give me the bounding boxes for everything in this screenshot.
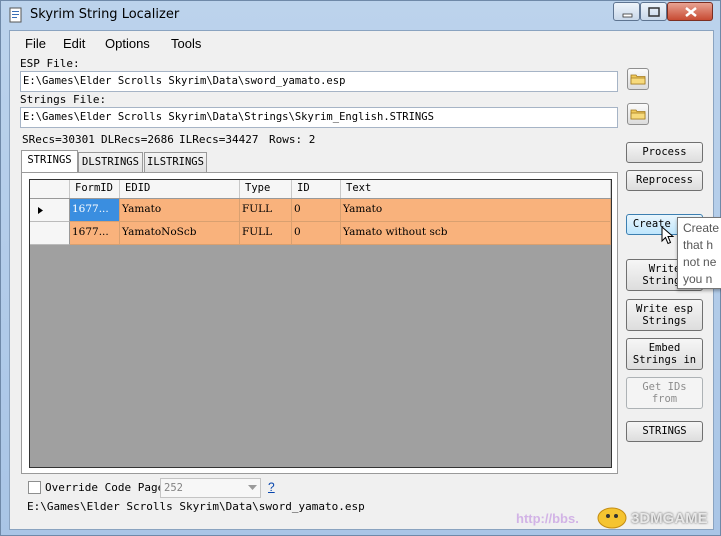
col-edid[interactable]: EDID — [120, 180, 240, 198]
folder-icon — [630, 74, 646, 85]
create-ids-tooltip: Create that h not ne you n — [677, 217, 721, 289]
esp-file-input[interactable]: E:\Games\Elder Scrolls Skyrim\Data\sword… — [20, 71, 618, 92]
code-page-value: 252 — [164, 482, 183, 494]
embed-label-1: Embed — [648, 342, 681, 354]
write-strings-label-1: Write — [648, 263, 681, 275]
browse-strings-button[interactable] — [627, 103, 649, 125]
app-window: Skyrim String Localizer File Edit Option… — [0, 0, 721, 536]
srecs-count: SRecs=30301 — [22, 133, 95, 146]
strings-file-input[interactable]: E:\Games\Elder Scrolls Skyrim\Data\Strin… — [20, 107, 618, 128]
maximize-icon — [648, 7, 660, 17]
menu-tools[interactable]: Tools — [171, 36, 201, 51]
close-icon — [685, 7, 697, 17]
cell-type[interactable]: FULL — [240, 222, 292, 245]
client-area: File Edit Options Tools ESP File: E:\Gam… — [9, 30, 714, 530]
grid-corner — [30, 180, 70, 198]
cell-id[interactable]: 0 — [292, 222, 341, 245]
cell-text[interactable]: Yamato without scb — [341, 222, 611, 245]
chevron-down-icon — [248, 485, 257, 490]
cell-id[interactable]: 0 — [292, 199, 341, 222]
title-bar[interactable]: Skyrim String Localizer — [1, 1, 720, 29]
help-link[interactable]: ? — [268, 480, 275, 494]
status-path: E:\Games\Elder Scrolls Skyrim\Data\sword… — [27, 500, 365, 513]
row-header[interactable] — [30, 222, 70, 245]
col-text[interactable]: Text — [341, 180, 611, 198]
menu-file[interactable]: File — [25, 36, 46, 51]
minimize-icon — [622, 13, 633, 18]
tab-ilstrings[interactable]: ILSTRINGS — [144, 152, 207, 172]
override-code-page-checkbox[interactable] — [28, 481, 41, 494]
close-button[interactable] — [667, 2, 713, 21]
cell-edid[interactable]: YamatoNoScb — [120, 222, 240, 245]
col-formid[interactable]: FormID — [70, 180, 120, 198]
write-esp-label-2: Strings — [642, 315, 687, 327]
code-page-select[interactable]: 252 — [160, 478, 261, 498]
tooltip-line: you n — [683, 272, 713, 286]
menu-options[interactable]: Options — [105, 36, 150, 51]
tab-strings[interactable]: STRINGS — [21, 150, 78, 172]
folder-icon — [630, 109, 646, 120]
cell-edid[interactable]: Yamato — [120, 199, 240, 222]
table-row[interactable]: 1677... Yamato FULL 0 Yamato — [30, 199, 611, 222]
process-button[interactable]: Process — [626, 142, 703, 163]
app-icon — [9, 7, 22, 23]
strings-file-label: Strings File: — [20, 93, 107, 106]
col-id[interactable]: ID — [292, 180, 341, 198]
menu-bar: File Edit Options Tools — [10, 31, 713, 55]
strings-tab-panel: FormID EDID Type ID Text 1677... Yamato … — [21, 172, 618, 474]
minimize-button[interactable] — [613, 2, 640, 21]
watermark-logo-icon — [597, 507, 627, 529]
col-type[interactable]: Type — [240, 180, 292, 198]
write-esp-label-1: Write esp — [636, 303, 693, 315]
embed-label-2: Strings in — [632, 354, 697, 366]
cell-type[interactable]: FULL — [240, 199, 292, 222]
current-row-arrow-icon — [38, 207, 43, 214]
watermark-url: http://bbs. — [516, 511, 579, 526]
grid-header: FormID EDID Type ID Text — [30, 180, 611, 199]
cell-text[interactable]: Yamato — [341, 199, 611, 222]
watermark-brand: 3DMGAME — [631, 510, 708, 527]
strings-button[interactable]: STRINGS — [626, 421, 703, 442]
table-row[interactable]: 1677... YamatoNoScb FULL 0 Yamato withou… — [30, 222, 611, 245]
ilrecs-count: ILRecs=34427 — [179, 133, 259, 146]
row-header[interactable] — [30, 199, 70, 222]
esp-file-label: ESP File: — [20, 57, 80, 70]
browse-esp-button[interactable] — [627, 68, 649, 90]
write-esp-strings-button[interactable]: Write esp Strings — [626, 299, 703, 331]
reprocess-button[interactable]: Reprocess — [626, 170, 703, 191]
get-ids-label-1: Get IDs — [642, 381, 687, 393]
tooltip-line: not ne — [683, 255, 717, 269]
embed-strings-button[interactable]: Embed Strings in — [626, 338, 703, 370]
get-ids-label-2: from — [651, 393, 678, 405]
rows-count: Rows: 2 — [269, 133, 316, 146]
tab-dlstrings[interactable]: DLSTRINGS — [78, 152, 143, 172]
strings-grid[interactable]: FormID EDID Type ID Text 1677... Yamato … — [29, 179, 612, 468]
menu-edit[interactable]: Edit — [63, 36, 85, 51]
dlrecs-count: DLRecs=2686 — [101, 133, 174, 146]
override-code-page-label: Override Code Page: — [45, 481, 171, 494]
tooltip-line: Create — [683, 221, 720, 235]
mouse-cursor-icon — [661, 226, 675, 245]
window-title: Skyrim String Localizer — [30, 7, 180, 22]
cell-formid[interactable]: 1677... — [70, 222, 120, 245]
maximize-button[interactable] — [640, 2, 667, 21]
tooltip-line: that h — [683, 238, 714, 252]
cell-formid[interactable]: 1677... — [70, 199, 120, 222]
get-ids-button[interactable]: Get IDs from — [626, 377, 703, 409]
